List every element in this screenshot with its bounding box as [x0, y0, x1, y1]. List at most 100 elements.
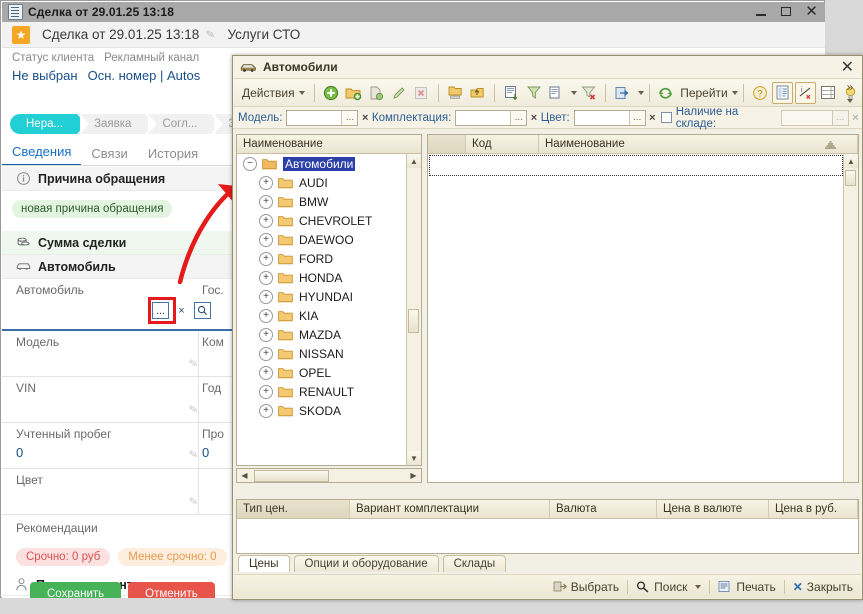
list-view-icon[interactable] — [818, 82, 839, 104]
tree-node-kia[interactable]: + KIA — [237, 306, 407, 325]
expand-icon[interactable]: + — [259, 289, 273, 304]
filter-stock-input[interactable]: ... — [781, 109, 849, 126]
tab-ceny[interactable]: Цены — [238, 555, 290, 572]
chevron-down-icon[interactable] — [571, 90, 578, 95]
price-col-tip[interactable]: Тип цен. — [237, 500, 350, 518]
help-icon[interactable]: ? — [750, 82, 771, 104]
stage-item-2[interactable]: Согл... — [148, 114, 221, 134]
list-col-0[interactable] — [428, 135, 466, 153]
pencil-icon[interactable]: ✎ — [188, 356, 199, 370]
scroll-thumb[interactable] — [845, 170, 856, 186]
tree-node-mazda[interactable]: + MAZDA — [237, 325, 407, 344]
price-col-cena-valute[interactable]: Цена в валюте — [657, 500, 769, 518]
expand-icon[interactable]: + — [259, 194, 273, 209]
filter-stock-clear[interactable]: × — [849, 112, 862, 124]
field-vin[interactable]: VIN Год ✎ — [2, 377, 234, 423]
save-button[interactable]: Сохранить — [30, 582, 122, 598]
section-reason[interactable]: Причина обращения — [2, 167, 234, 191]
expand-icon[interactable]: + — [259, 327, 273, 342]
scroll-right-icon[interactable]: ▶ — [406, 469, 421, 482]
filter-color-clear[interactable]: × — [646, 112, 659, 124]
ad-channel-value[interactable]: Осн. номер | Autos — [88, 68, 201, 83]
scroll-up-icon[interactable]: ▲ — [844, 154, 858, 168]
expand-icon[interactable]: + — [259, 251, 273, 266]
export-icon[interactable] — [612, 82, 633, 104]
field-model[interactable]: Модель Ком ✎ — [2, 331, 234, 377]
toolbar-overflow-button[interactable]: » — [842, 81, 858, 105]
expand-icon[interactable]: + — [259, 213, 273, 228]
tree-node-audi[interactable]: + AUDI — [237, 173, 407, 192]
expand-icon[interactable]: + — [259, 384, 273, 399]
section-auto[interactable]: Автомобиль — [2, 255, 234, 279]
tree-node-skoda[interactable]: + SKODA — [237, 401, 407, 420]
filter-stock-select[interactable]: ... — [831, 110, 848, 125]
add-folder-icon[interactable] — [343, 82, 364, 104]
scroll-thumb[interactable] — [408, 309, 419, 333]
filter-stock-checkbox[interactable] — [661, 112, 672, 123]
maximize-button[interactable] — [779, 4, 794, 19]
list-row-selected[interactable] — [429, 155, 843, 176]
move-to-folder-icon[interactable] — [445, 82, 466, 104]
filter-icon[interactable] — [523, 82, 544, 104]
pencil-icon[interactable]: ✎ — [205, 27, 216, 41]
pencil-icon[interactable]: ✎ — [188, 494, 199, 508]
structure-icon[interactable] — [772, 81, 794, 104]
expand-icon[interactable]: + — [259, 346, 273, 361]
close-button[interactable]: ✕ — [804, 4, 819, 19]
tree-vscrollbar[interactable]: ▲ ▼ — [406, 154, 421, 465]
tree-hscrollbar[interactable]: ◀ ▶ — [236, 468, 422, 483]
filter-komplektaciya-select[interactable]: ... — [510, 110, 527, 125]
list-col-naimenovanie[interactable]: Наименование — [539, 135, 858, 153]
tab-svyazi[interactable]: Связи — [81, 146, 137, 166]
tree-node-chevrolet[interactable]: + CHEVROLET — [237, 211, 407, 230]
move-up-icon[interactable] — [467, 82, 488, 104]
tab-sklady[interactable]: Склады — [442, 555, 507, 572]
field-mileage[interactable]: Учтенный пробег 0 Про 0 ✎ — [2, 423, 234, 469]
refresh-icon[interactable] — [656, 82, 677, 104]
chip-less-urgent[interactable]: Менее срочно: 0 — [118, 548, 227, 566]
tree-node-renault[interactable]: + RENAULT — [237, 382, 407, 401]
price-col-cena-rub[interactable]: Цена в руб. — [769, 500, 858, 518]
filter-list-icon[interactable] — [546, 82, 567, 104]
expand-icon[interactable]: + — [259, 403, 273, 418]
list-vscrollbar[interactable]: ▲ — [843, 154, 858, 482]
tree-node-daewoo[interactable]: + DAEWOO — [237, 230, 407, 249]
goto-button[interactable]: Перейти — [680, 86, 738, 100]
tab-opcii[interactable]: Опции и оборудование — [293, 555, 439, 572]
chip-urgent[interactable]: Срочно: 0 руб — [16, 548, 111, 566]
filter-color-select[interactable]: ... — [628, 110, 645, 125]
price-col-valuta[interactable]: Валюта — [550, 500, 657, 518]
scroll-down-icon[interactable]: ▼ — [407, 451, 421, 465]
filter-model-select[interactable]: ... — [341, 110, 358, 125]
list-col-kod[interactable]: Код — [466, 135, 539, 153]
pencil-icon[interactable]: ✎ — [188, 402, 199, 416]
expand-icon[interactable]: + — [259, 365, 273, 380]
stage-item-1[interactable]: Заявка — [80, 114, 155, 134]
filter-color-input[interactable]: ... — [573, 109, 646, 126]
minimize-button[interactable] — [754, 4, 769, 19]
expand-icon[interactable]: + — [259, 232, 273, 247]
tree-node-root[interactable]: − Автомобили — [237, 154, 407, 173]
actions-menu-button[interactable]: Действия — [238, 86, 309, 100]
collapse-icon[interactable]: − — [243, 156, 257, 171]
tree-node-nissan[interactable]: + NISSAN — [237, 344, 407, 363]
tab-svedeniya[interactable]: Сведения — [2, 144, 82, 166]
star-icon[interactable]: ★ — [12, 25, 30, 44]
filter-model-input[interactable]: ... — [286, 109, 359, 126]
tree-node-opel[interactable]: + OPEL — [237, 363, 407, 382]
chevron-down-icon[interactable] — [637, 90, 644, 95]
add-icon[interactable] — [321, 82, 342, 104]
close-icon[interactable]: ✕ — [841, 58, 854, 77]
expand-icon[interactable]: + — [259, 270, 273, 285]
expand-icon[interactable]: + — [259, 175, 273, 190]
clear-filter-icon[interactable] — [578, 82, 599, 104]
cancel-button[interactable]: Отменить — [128, 582, 215, 598]
price-col-variant[interactable]: Вариант комплектации — [350, 500, 550, 518]
expand-icon[interactable]: + — [259, 308, 273, 323]
close-footer-button[interactable]: ✕ Закрыть — [793, 580, 853, 594]
edit-icon[interactable] — [388, 82, 409, 104]
stage-item-0[interactable]: Нера... — [10, 114, 87, 134]
filter-komplektaciya-input[interactable]: ... — [455, 109, 528, 126]
reason-chip[interactable]: новая причина обращения — [12, 200, 173, 218]
tree-node-hyundai[interactable]: + HYUNDAI — [237, 287, 407, 306]
